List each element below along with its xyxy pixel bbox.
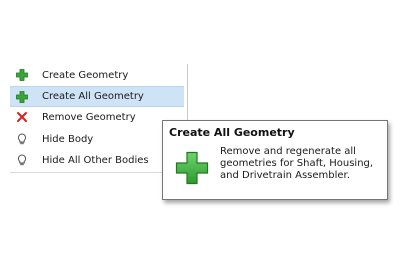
menu-item-hide-all-other-bodies[interactable]: Hide All Other Bodies	[10, 150, 184, 170]
menu-item-hide-body[interactable]: Hide Body	[10, 129, 184, 149]
lightbulb-icon	[16, 133, 28, 145]
lightbulb-icon	[16, 154, 28, 166]
menu-item-create-geometry[interactable]: Create Geometry	[10, 65, 184, 85]
menu-item-label: Remove Geometry	[42, 111, 136, 123]
green-plus-icon	[16, 90, 28, 103]
menu-item-label: Hide Body	[42, 133, 94, 145]
green-plus-icon	[16, 69, 28, 81]
menu-item-create-all-geometry[interactable]: Create All Geometry	[10, 86, 184, 107]
green-plus-icon	[175, 151, 209, 185]
tooltip: Create All Geometry Remove and regenerat…	[162, 120, 388, 200]
red-x-icon	[16, 111, 28, 123]
menu-item-remove-geometry[interactable]: Remove Geometry	[10, 107, 184, 127]
tooltip-description: Remove and regenerate all geometries for…	[220, 146, 374, 181]
tooltip-title: Create All Geometry	[169, 126, 295, 139]
menu-item-label: Create Geometry	[42, 69, 129, 81]
menu-item-label: Create All Geometry	[42, 91, 144, 102]
menu-item-label: Hide All Other Bodies	[42, 154, 149, 166]
